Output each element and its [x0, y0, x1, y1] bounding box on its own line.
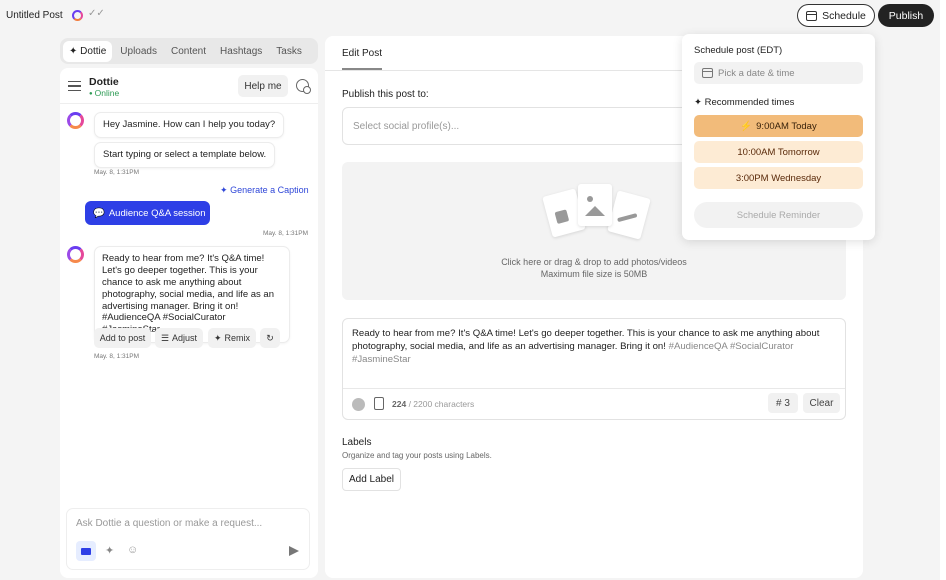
sparkle-icon: ✦ — [694, 97, 702, 108]
remix-button[interactable]: ✦ Remix — [208, 328, 256, 348]
publish-button[interactable]: Publish — [878, 4, 934, 27]
hashtag-count-button[interactable]: # 3 — [768, 393, 798, 413]
chat-input[interactable]: Ask Dottie a question or make a request.… — [76, 518, 262, 529]
user-settings-icon[interactable] — [296, 79, 311, 94]
labels-title: Labels — [342, 437, 372, 448]
dropzone-instructions: Click here or drag & drop to add photos/… — [501, 257, 687, 267]
add-to-post-button[interactable]: Add to post — [94, 328, 151, 348]
adjust-button[interactable]: ☰ Adjust — [155, 328, 203, 348]
regenerate-button[interactable]: ↻ — [260, 328, 280, 348]
post-title[interactable]: Untitled Post — [6, 10, 63, 21]
sliders-icon: ☰ — [160, 332, 170, 343]
bot-message: Start typing or select a template below. — [94, 142, 276, 168]
message-timestamp: May. 8, 1:31PM — [263, 230, 309, 237]
bot-message: Hey Jasmine. How can I help you today? — [94, 112, 285, 138]
profile-select-placeholder: Select social profile(s)... — [353, 121, 460, 132]
image-file-icon — [578, 184, 612, 226]
dottie-avatar — [67, 112, 84, 129]
emoji-face-icon[interactable]: ☺ — [127, 544, 138, 556]
refresh-icon: ↻ — [266, 332, 274, 343]
bot-status: Online — [89, 88, 120, 98]
menu-icon[interactable] — [68, 81, 81, 91]
sparkle-icon: ✦ — [220, 185, 228, 195]
tab-content[interactable]: Content — [165, 41, 212, 62]
dottie-logo-icon — [72, 10, 83, 21]
character-count: 224 / 2200 characters — [392, 399, 475, 409]
generate-caption-link[interactable]: ✦ Generate a Caption — [220, 185, 309, 196]
page: Untitled Post ✓✓ Schedule Publish ✦ Dott… — [0, 0, 940, 580]
sparkle-icon[interactable]: ✦ — [105, 544, 114, 557]
labels-description: Organize and tag your posts using Labels… — [342, 451, 492, 460]
chat-bubble-icon: 💬 — [93, 207, 105, 219]
schedule-button[interactable]: Schedule — [797, 4, 875, 27]
tab-uploads[interactable]: Uploads — [114, 41, 163, 62]
tab-hashtags[interactable]: Hashtags — [214, 41, 268, 62]
saved-check-icon: ✓✓ — [88, 8, 105, 19]
caption-editor[interactable]: Ready to hear from me? It's Q&A time! Le… — [342, 318, 846, 420]
date-picker-placeholder: Pick a date & time — [718, 68, 795, 79]
top-bar: Untitled Post ✓✓ Schedule Publish — [0, 0, 940, 32]
user-message: 💬 Audience Q&A session — [85, 201, 210, 225]
tab-edit-post[interactable]: Edit Post — [342, 48, 382, 59]
caption-text[interactable]: Ready to hear from me? It's Q&A time! Le… — [352, 328, 842, 367]
bot-name: Dottie — [89, 76, 119, 88]
sparkle-icon: ✦ — [213, 332, 222, 343]
send-icon[interactable] — [289, 546, 299, 556]
help-me-button[interactable]: Help me — [238, 75, 288, 97]
chat-header: Dottie Online Help me — [60, 68, 318, 104]
schedule-button-label: Schedule — [822, 9, 866, 22]
brush-file-icon — [607, 190, 651, 240]
dropzone-file-limit: Maximum file size is 50MB — [540, 269, 648, 279]
divider — [343, 388, 845, 389]
recommended-time-button[interactable]: 10:00AM Tomorrow — [694, 141, 863, 163]
calendar-icon — [806, 10, 818, 21]
schedule-popover-title: Schedule post (EDT) — [694, 45, 783, 56]
schedule-popover: Schedule post (EDT) Pick a date & time ✦… — [682, 34, 875, 240]
dottie-avatar — [67, 246, 84, 263]
message-timestamp: May. 8, 1:31PM — [94, 169, 140, 176]
archive-icon — [81, 547, 91, 555]
recommended-time-button[interactable]: ⚡ 9:00AM Today — [694, 115, 863, 137]
chat-input-box[interactable]: Ask Dottie a question or make a request.… — [66, 508, 310, 570]
template-box-button[interactable] — [76, 541, 96, 561]
clipboard-icon[interactable] — [374, 397, 384, 410]
date-time-picker[interactable]: Pick a date & time — [694, 62, 863, 84]
tab-tasks[interactable]: Tasks — [270, 41, 308, 62]
dottie-chat-panel: Dottie Online Help me Hey Jasmine. How c… — [60, 68, 318, 578]
tab-dottie[interactable]: ✦ Dottie — [63, 40, 113, 62]
lightning-icon: ⚡ — [740, 120, 753, 132]
recommended-time-button[interactable]: 3:00PM Wednesday — [694, 167, 863, 189]
calendar-icon — [702, 68, 713, 78]
clear-button[interactable]: Clear — [803, 393, 840, 413]
message-timestamp: May. 8, 1:31PM — [94, 353, 140, 360]
left-tabs: ✦ Dottie Uploads Content Hashtags Tasks — [60, 38, 318, 64]
schedule-reminder-button[interactable]: Schedule Reminder — [694, 202, 863, 228]
recommended-times-title: ✦ Recommended times — [694, 97, 795, 108]
add-label-button[interactable]: Add Label — [342, 468, 401, 491]
publish-to-label: Publish this post to: — [342, 89, 429, 100]
emoji-icon[interactable] — [352, 398, 365, 411]
sparkle-icon: ✦ — [69, 45, 78, 57]
